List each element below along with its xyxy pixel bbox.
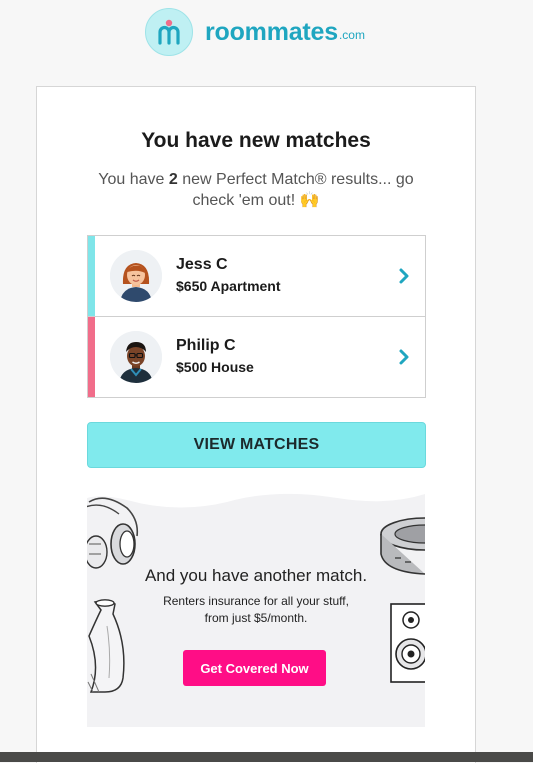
match-accent: [88, 236, 95, 316]
match-name: Philip C: [176, 337, 236, 354]
avatar-jess: [110, 250, 162, 302]
insurance-promo: And you have another match. Renters insu…: [87, 484, 425, 727]
vase-icon: [87, 599, 125, 693]
match-row-philip[interactable]: Philip C $500 House: [88, 316, 425, 397]
match-detail: $650 Apartment: [176, 278, 281, 294]
match-detail: $500 House: [176, 359, 254, 375]
roommates-logo-icon: [145, 8, 193, 56]
avatar-philip: [110, 331, 162, 383]
speaker-icon: [390, 603, 425, 683]
headphones-icon: [87, 497, 139, 569]
promo-title: And you have another match.: [144, 566, 368, 585]
subtitle-post: new Perfect Match® results... go check '…: [177, 171, 414, 209]
chevron-right-icon[interactable]: [397, 267, 411, 285]
chevron-right-icon[interactable]: [397, 348, 411, 366]
match-row-jess[interactable]: Jess C $650 Apartment: [88, 236, 425, 316]
email-subtitle: You have 2 new Perfect Match® results...…: [87, 169, 425, 211]
roommates-logo[interactable]: roommates .com: [145, 8, 365, 56]
header: roommates .com: [0, 0, 533, 86]
email-card: You have new matches You have 2 new Perf…: [36, 86, 476, 763]
promo-text: Renters insurance for all your stuff, fr…: [163, 594, 349, 625]
brand-tld: .com: [338, 28, 365, 42]
match-list: Jess C $650 Apartment Philip C $500 Hous…: [87, 235, 426, 398]
match-name: Jess C: [176, 256, 228, 273]
view-matches-button[interactable]: VIEW MATCHES: [87, 422, 426, 468]
email-title: You have new matches: [141, 129, 371, 152]
match-accent: [88, 317, 95, 397]
brand-name: roommates: [205, 17, 338, 46]
subtitle-pre: You have: [98, 171, 169, 188]
match-count: 2: [168, 171, 178, 188]
background-strip: [0, 752, 533, 762]
get-covered-button[interactable]: Get Covered Now: [183, 650, 326, 686]
